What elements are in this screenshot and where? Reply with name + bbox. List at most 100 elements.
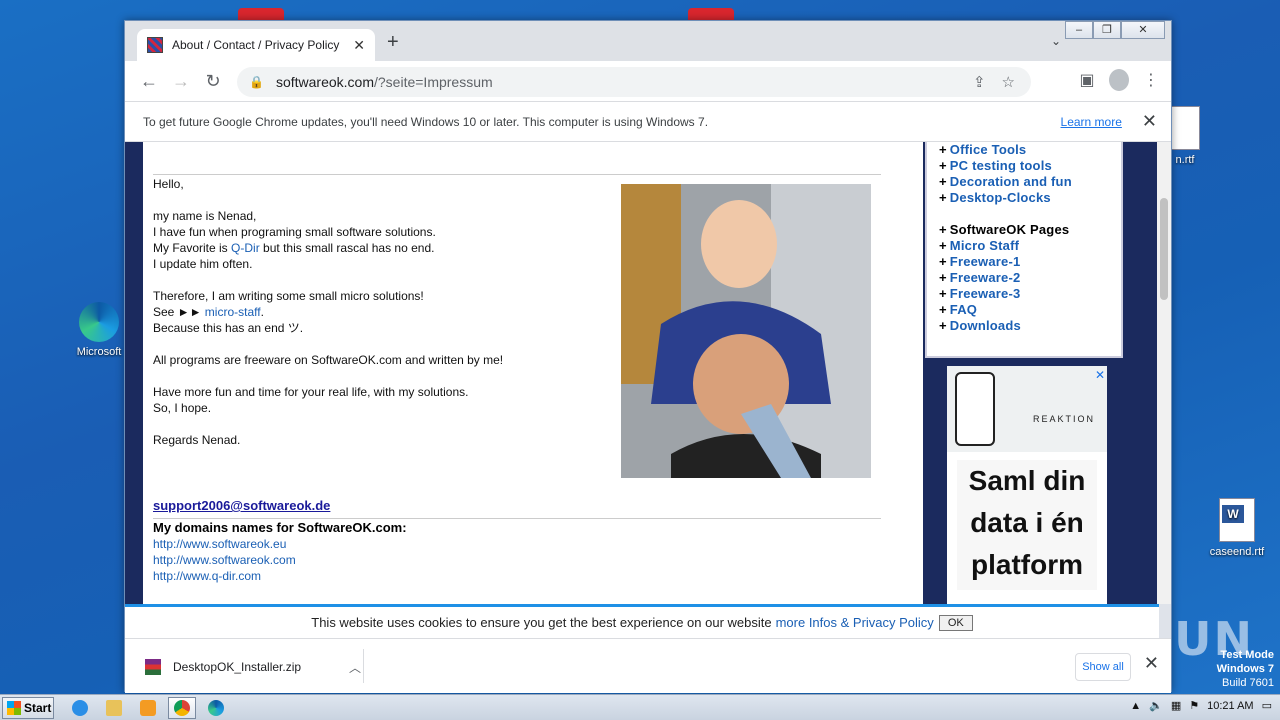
sidebar-item-pc-testing[interactable]: + PC testing tools <box>939 158 1121 174</box>
bullet: + <box>939 222 947 237</box>
reload-icon[interactable]: ↻ <box>197 71 229 92</box>
q-dir-link[interactable]: Q-Dir <box>231 241 260 255</box>
micro-staff-link[interactable]: micro-staff <box>205 305 261 319</box>
tab-close-icon[interactable]: ✕ <box>353 37 365 54</box>
tab-active[interactable]: About / Contact / Privacy Policy ✕ <box>137 29 375 61</box>
support-email-link[interactable]: support2006@softwareok.de <box>153 498 330 513</box>
sidebar-item-label: Freeware-3 <box>949 286 1021 301</box>
minimize-button[interactable]: ‒ <box>1065 21 1093 39</box>
browser-toolbar: ← → ↻ 🔒 softwareok.com/?seite=Impressum … <box>125 61 1171 101</box>
chrome-taskbar-icon[interactable] <box>168 697 196 719</box>
browser-window: About / Contact / Privacy Policy ✕ + ⌄ ‒… <box>124 20 1172 693</box>
bookmark-star-icon[interactable]: ☆ <box>1002 73 1015 91</box>
sidebar-header-label: SoftwareOK Pages <box>949 222 1070 237</box>
bullet: + <box>939 158 947 173</box>
forward-arrow-icon[interactable]: → <box>165 71 197 92</box>
show-desktop-icon[interactable]: ▭ <box>1262 699 1272 712</box>
sidebar-item-office-tools[interactable]: + Office Tools <box>939 142 1121 158</box>
taskbar: Start ▲ 🔈 ▦ ⚑ 10:21 AM ▭ <box>0 694 1280 720</box>
micro-line: See ►► <box>153 305 205 319</box>
infobar-close-icon[interactable]: ✕ <box>1142 111 1157 132</box>
bullet: + <box>939 238 947 253</box>
tab-search-icon[interactable]: ⌄ <box>1051 34 1061 48</box>
cookie-message: This website uses cookies to ensure you … <box>311 615 772 630</box>
domain-link[interactable]: http://www.q-dir.com <box>153 569 261 583</box>
scrollbar-thumb[interactable] <box>1160 198 1168 300</box>
start-button[interactable]: Start <box>2 697 54 719</box>
download-item[interactable]: DesktopOK_Installer.zip ︿ <box>145 653 361 681</box>
sidebar-nav: + Office Tools + PC testing tools + Decorat… <box>925 142 1123 358</box>
page-content: Hello, my name is Nenad, I have fun when… <box>125 142 1159 604</box>
volume-icon[interactable]: 🔈 <box>1149 699 1163 712</box>
desktop-icon-caseend[interactable]: W caseend.rtf <box>1202 498 1272 558</box>
sidebar-item-micro-staff[interactable]: + Micro Staff <box>939 238 1121 254</box>
learn-more-link[interactable]: Learn more <box>1061 115 1122 129</box>
share-icon[interactable]: ⇪ <box>973 73 986 91</box>
explorer-taskbar-icon[interactable] <box>100 697 128 719</box>
ad-close-icon[interactable]: ✕ <box>1095 368 1105 382</box>
phone-graphic <box>955 372 995 446</box>
toolbar-right: ▣ ⋮ <box>1077 69 1161 91</box>
profile-avatar-icon[interactable] <box>1109 69 1129 91</box>
ad-headline: Saml din data i én platform <box>957 460 1097 590</box>
url-host: softwareok.com <box>275 74 374 90</box>
side-panel-icon[interactable]: ▣ <box>1077 70 1097 90</box>
domains-list: My domains names for SoftwareOK.com: htt… <box>153 520 407 584</box>
domain-link[interactable]: http://www.softwareok.eu <box>153 537 286 551</box>
sidebar-item-freeware-1[interactable]: + Freeware-1 <box>939 254 1121 270</box>
show-hidden-icons-icon[interactable]: ▲ <box>1130 700 1141 712</box>
chevron-up-icon[interactable]: ︿ <box>349 659 361 676</box>
edge-icon <box>79 302 119 342</box>
page-scrollbar[interactable] <box>1157 142 1171 604</box>
sidebar-item-desktop-clocks[interactable]: + Desktop-Clocks <box>939 190 1121 206</box>
sidebar-item-label: Desktop-Clocks <box>949 190 1051 205</box>
divider <box>153 518 881 519</box>
test-mode-line1: Test Mode <box>1220 649 1274 661</box>
cookie-ok-button[interactable]: OK <box>938 614 973 631</box>
domain-link[interactable]: http://www.softwareok.com <box>153 553 296 567</box>
sidebar-item-label: FAQ <box>949 302 978 317</box>
sidebar-item-label: Decoration and fun <box>949 174 1072 189</box>
back-arrow-icon[interactable]: ← <box>133 71 165 92</box>
download-bar-close-icon[interactable]: ✕ <box>1144 653 1159 674</box>
download-bar: DesktopOK_Installer.zip ︿ Show all ✕ <box>125 638 1171 693</box>
windows-logo-icon <box>7 701 21 715</box>
intro-paragraph: my name is Nenad, I have fun when progra… <box>153 208 613 272</box>
sidebar-item-label: Micro Staff <box>949 238 1020 253</box>
url-path: /?seite=Impressum <box>374 74 493 90</box>
sidebar-item-decoration[interactable]: + Decoration and fun <box>939 174 1121 190</box>
privacy-policy-link[interactable]: more Infos & Privacy Policy <box>776 615 934 630</box>
tab-strip: About / Contact / Privacy Policy ✕ + ⌄ ‒… <box>125 21 1171 61</box>
bullet: + <box>939 302 947 317</box>
show-all-button[interactable]: Show all <box>1075 653 1131 681</box>
bullet: + <box>939 318 947 333</box>
advertisement[interactable]: ✕ REAKTION Saml din data i én platform <box>947 366 1107 604</box>
micro-line: Because this has an end ツ. <box>153 321 304 335</box>
sidebar-item-faq[interactable]: + FAQ <box>939 302 1121 318</box>
menu-kebab-icon[interactable]: ⋮ <box>1141 70 1161 90</box>
sidebar-item-freeware-3[interactable]: + Freeware-3 <box>939 286 1121 302</box>
fun-line: So, I hope. <box>153 401 212 415</box>
close-window-button[interactable]: ✕ <box>1121 21 1165 39</box>
address-bar[interactable]: 🔒 softwareok.com/?seite=Impressum ⇪ ☆ <box>237 67 1031 97</box>
edge-taskbar-icon[interactable] <box>202 697 230 719</box>
word-document-icon: W <box>1219 498 1255 542</box>
fun-paragraph: Have more fun and time for your real lif… <box>153 384 613 416</box>
url-text[interactable]: softwareok.com/?seite=Impressum <box>276 74 973 90</box>
sidebar-item-freeware-2[interactable]: + Freeware-2 <box>939 270 1121 286</box>
micro-line: Therefore, I am writing some small micro… <box>153 289 424 303</box>
site-favicon-icon <box>147 37 163 53</box>
ie-taskbar-icon[interactable] <box>66 697 94 719</box>
flag-icon[interactable]: ⚑ <box>1189 699 1199 712</box>
network-icon[interactable]: ▦ <box>1171 699 1181 712</box>
restore-button[interactable]: ❐ <box>1093 21 1121 39</box>
new-tab-button[interactable]: + <box>387 32 399 52</box>
fun-line: Have more fun and time for your real lif… <box>153 385 469 399</box>
sidebar-item-label: Downloads <box>949 318 1021 333</box>
main-panel: Hello, my name is Nenad, I have fun when… <box>143 142 923 604</box>
sidebar-item-downloads[interactable]: + Downloads <box>939 318 1121 334</box>
bullet: + <box>939 190 947 205</box>
clock-time[interactable]: 10:21 AM <box>1207 700 1253 712</box>
test-mode-line3: Build 7601 <box>1222 677 1274 689</box>
media-player-taskbar-icon[interactable] <box>134 697 162 719</box>
